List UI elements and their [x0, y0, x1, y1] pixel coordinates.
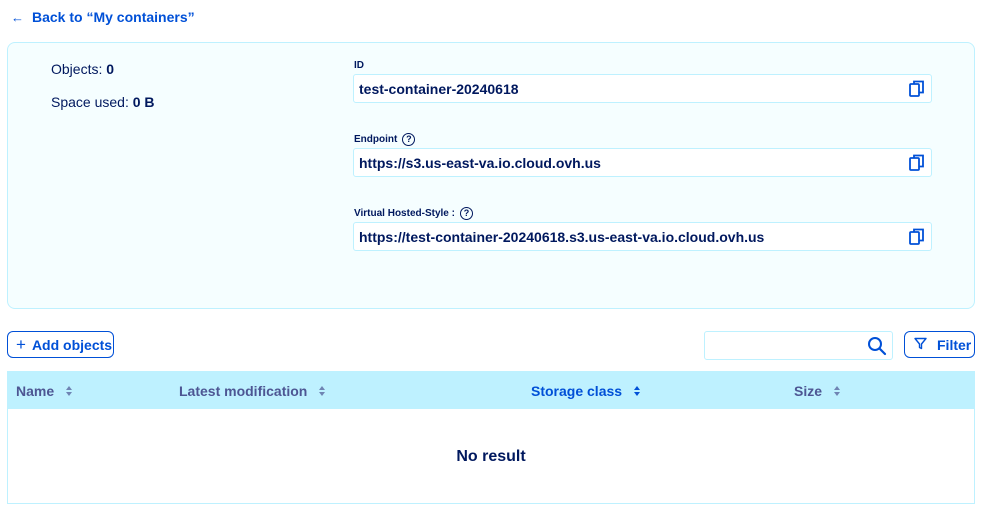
- filter-button[interactable]: Filter: [904, 331, 975, 358]
- column-storage-class-label: Storage class: [531, 382, 623, 399]
- search-icon[interactable]: [867, 336, 887, 356]
- virtual-hosted-value: https://test-container-20240618.s3.us-ea…: [359, 228, 765, 245]
- objects-table: Name Latest modification Storage class S…: [7, 371, 975, 504]
- virtual-hosted-field: https://test-container-20240618.s3.us-ea…: [353, 222, 932, 251]
- add-objects-label: Add objects: [31, 336, 113, 353]
- space-label: Space used:: [51, 94, 129, 110]
- sort-icon: [66, 385, 73, 396]
- copy-icon[interactable]: [907, 154, 925, 172]
- table-header: Name Latest modification Storage class S…: [8, 372, 974, 409]
- container-info-card: Objects: 0 Space used: 0 B ID test-conta…: [7, 42, 975, 309]
- help-icon[interactable]: ?: [459, 207, 473, 220]
- back-link-label: Back to “My containers”: [32, 9, 195, 25]
- column-name[interactable]: Name: [16, 372, 73, 409]
- filter-icon: [914, 337, 927, 353]
- space-value: 0 B: [132, 94, 155, 110]
- column-latest-modification[interactable]: Latest modification: [179, 372, 326, 409]
- virtual-hosted-label-text: Virtual Hosted-Style :: [354, 208, 455, 219]
- endpoint-field: https://s3.us-east-va.io.cloud.ovh.us: [353, 148, 932, 177]
- search-input[interactable]: [705, 332, 865, 359]
- sort-icon: [834, 385, 841, 396]
- id-label-text: ID: [354, 60, 364, 71]
- sort-icon: [634, 385, 641, 396]
- column-name-label: Name: [16, 382, 55, 399]
- help-icon[interactable]: ?: [402, 133, 416, 146]
- add-objects-button[interactable]: + Add objects: [7, 331, 114, 358]
- column-size[interactable]: Size: [794, 372, 841, 409]
- column-storage-class[interactable]: Storage class: [531, 372, 641, 409]
- id-value: test-container-20240618: [359, 80, 519, 97]
- endpoint-value: https://s3.us-east-va.io.cloud.ovh.us: [359, 154, 601, 171]
- objects-label: Objects:: [51, 61, 103, 77]
- empty-state: No result: [456, 447, 526, 465]
- copy-icon[interactable]: [907, 228, 925, 246]
- plus-icon: +: [16, 335, 26, 354]
- search-box: [704, 331, 893, 360]
- copy-icon[interactable]: [907, 80, 925, 98]
- objects-count: Objects: 0: [51, 61, 114, 77]
- virtual-hosted-label: Virtual Hosted-Style : ?: [354, 207, 473, 220]
- filter-label: Filter: [937, 336, 972, 353]
- id-label: ID: [354, 60, 364, 71]
- space-used: Space used: 0 B: [51, 94, 155, 110]
- objects-value: 0: [106, 61, 115, 77]
- column-size-label: Size: [794, 382, 823, 399]
- column-latest-modification-label: Latest modification: [179, 382, 308, 399]
- sort-icon: [319, 385, 326, 396]
- id-field: test-container-20240618: [353, 74, 932, 103]
- endpoint-label: Endpoint ?: [354, 133, 416, 146]
- back-to-containers-link[interactable]: ← Back to “My containers”: [11, 9, 195, 25]
- endpoint-label-text: Endpoint: [354, 134, 398, 145]
- arrow-left-icon: ←: [11, 9, 24, 25]
